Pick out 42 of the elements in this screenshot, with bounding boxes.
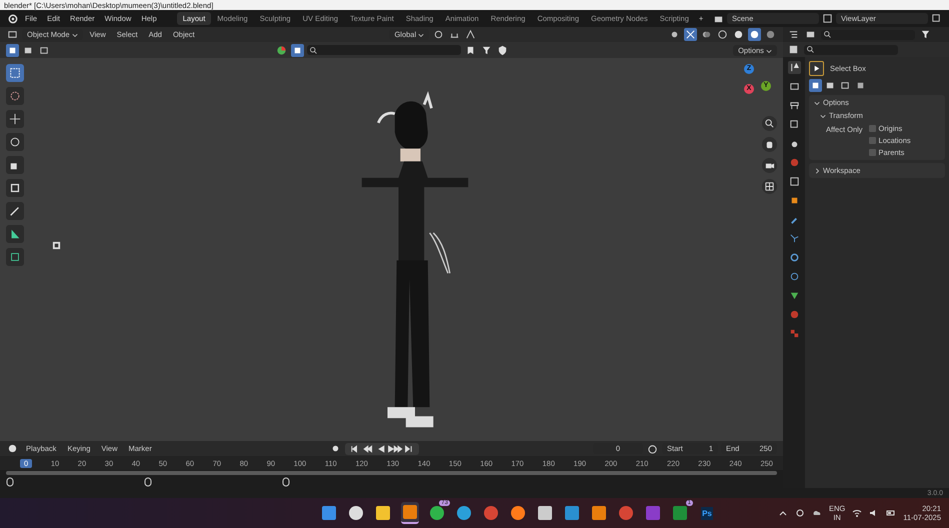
properties-search-field[interactable] bbox=[804, 44, 898, 54]
proportional-icon[interactable] bbox=[464, 28, 478, 41]
caret-icon bbox=[418, 32, 424, 38]
search-icon bbox=[806, 45, 815, 54]
wifi-icon[interactable] bbox=[852, 508, 862, 518]
annotate-tool-icon[interactable] bbox=[6, 202, 24, 220]
wireframe-shading-icon[interactable] bbox=[716, 28, 729, 41]
select-mode-icon[interactable] bbox=[809, 79, 822, 92]
camera-object-icon bbox=[52, 241, 61, 250]
cursor-tool-icon[interactable] bbox=[6, 87, 24, 105]
chevron-down-icon bbox=[820, 112, 826, 118]
color-wheel-icon[interactable] bbox=[275, 44, 288, 56]
tool-tab-icon[interactable] bbox=[788, 61, 800, 74]
blender-logo-icon[interactable] bbox=[6, 12, 19, 25]
camera-icon[interactable] bbox=[762, 158, 777, 173]
grid-icon[interactable] bbox=[762, 179, 777, 194]
chevron-down-icon bbox=[814, 100, 820, 106]
search-field[interactable] bbox=[307, 45, 462, 55]
move-tool-icon[interactable] bbox=[6, 110, 24, 128]
object-select-icon[interactable] bbox=[291, 44, 304, 56]
battery-icon[interactable] bbox=[886, 508, 896, 518]
playback-controls[interactable] bbox=[345, 442, 420, 454]
select-box-icon[interactable] bbox=[809, 61, 824, 76]
gizmo-toggle-icon[interactable] bbox=[684, 28, 697, 41]
timeline-scrollbar[interactable] bbox=[6, 471, 777, 475]
zoom-icon[interactable] bbox=[762, 116, 777, 131]
measure-tool-icon[interactable] bbox=[6, 225, 24, 243]
caret-icon bbox=[766, 48, 772, 54]
caret-icon bbox=[72, 32, 78, 38]
outliner-search-field[interactable] bbox=[821, 30, 915, 40]
mouse-icon bbox=[144, 477, 152, 487]
add-tool-icon[interactable] bbox=[6, 248, 24, 266]
solid-shading-icon[interactable] bbox=[732, 28, 745, 41]
search-icon bbox=[823, 30, 832, 39]
select-mode-icon[interactable] bbox=[6, 44, 19, 56]
mouse-icon bbox=[282, 477, 290, 487]
cloud-icon[interactable] bbox=[812, 508, 822, 518]
select-tool-icon[interactable] bbox=[6, 64, 24, 82]
material-shading-icon[interactable] bbox=[748, 28, 761, 41]
mouse-icon bbox=[6, 477, 14, 487]
search-icon bbox=[309, 46, 318, 54]
chevron-right-icon bbox=[814, 168, 820, 174]
